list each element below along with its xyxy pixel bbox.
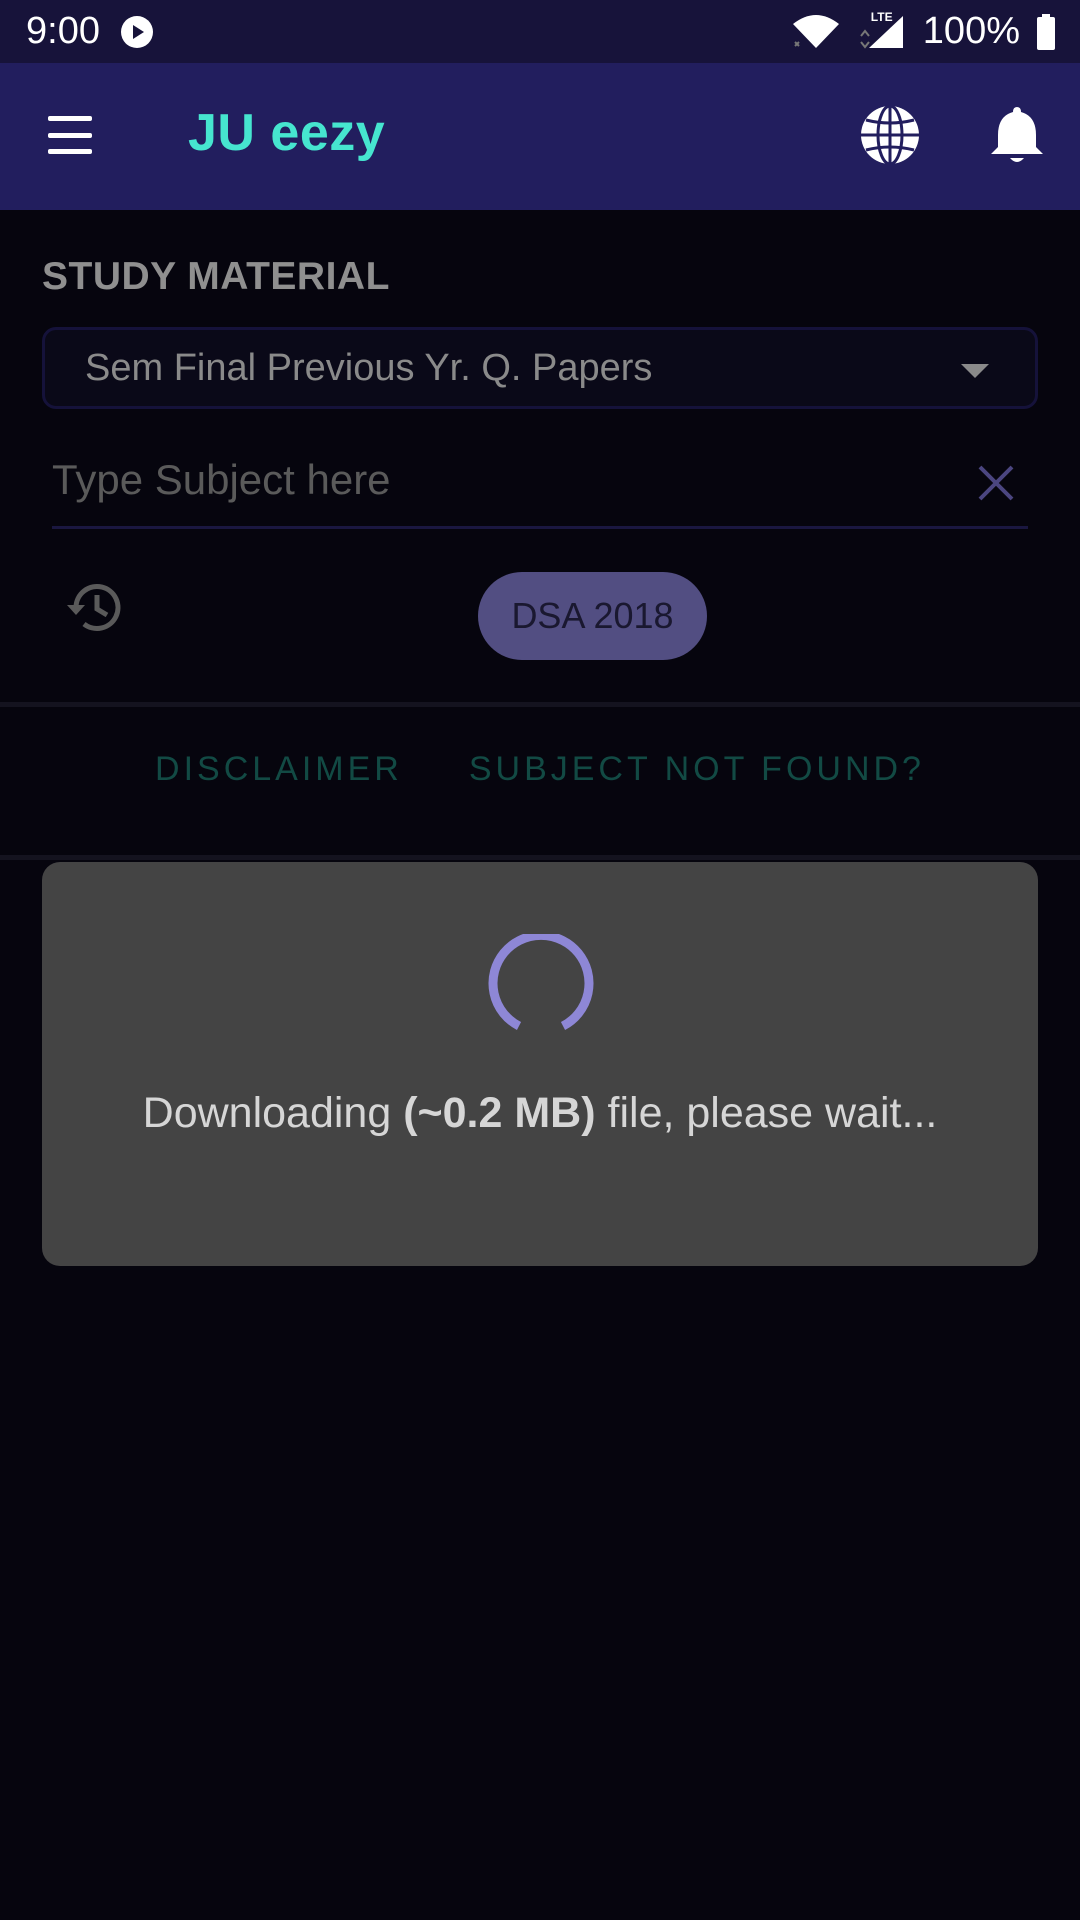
material-type-value: Sem Final Previous Yr. Q. Papers [85,346,653,389]
network-type-label: LTE [870,9,893,24]
globe-icon[interactable] [858,103,922,167]
clock: 9:00 [26,10,100,52]
subject-search-input[interactable] [52,445,952,515]
close-icon[interactable] [974,461,1018,505]
battery-icon [1036,13,1056,50]
download-message-suffix: file, please wait... [595,1089,938,1137]
history-icon[interactable] [64,576,126,638]
play-store-icon [120,15,154,49]
app-bar: JU eezy [0,63,1080,210]
download-message: Downloading (~0.2 MB) file, please wait.… [102,1090,978,1136]
cell-signal-icon: LTE [857,10,907,50]
subject-not-found-link[interactable]: SUBJECT NOT FOUND? [469,750,925,810]
material-type-dropdown[interactable]: Sem Final Previous Yr. Q. Papers [42,327,1038,409]
menu-icon[interactable] [40,110,100,160]
download-progress-dialog: Downloading (~0.2 MB) file, please wait.… [42,862,1038,1266]
recent-subject-chip[interactable]: DSA 2018 [478,572,707,660]
footer-links: DISCLAIMER SUBJECT NOT FOUND? [0,750,1080,810]
divider [0,855,1080,860]
bell-icon[interactable] [988,103,1046,167]
status-bar: 9:00 LTE 100% [0,0,1080,63]
file-size: (~0.2 MB) [403,1089,596,1137]
download-message-prefix: Downloading [142,1089,404,1137]
disclaimer-link[interactable]: DISCLAIMER [155,750,403,810]
app-title: JU eezy [188,104,386,162]
divider [0,702,1080,707]
battery-percentage: 100% [922,10,1020,52]
wifi-icon [791,14,841,50]
status-bar-right: LTE 100% [791,10,1056,53]
section-title: STUDY MATERIAL [42,255,390,298]
status-bar-left: 9:00 [26,10,154,53]
loading-spinner-icon [483,930,599,1050]
chevron-down-icon [961,364,989,378]
subject-search-field [52,445,1028,529]
